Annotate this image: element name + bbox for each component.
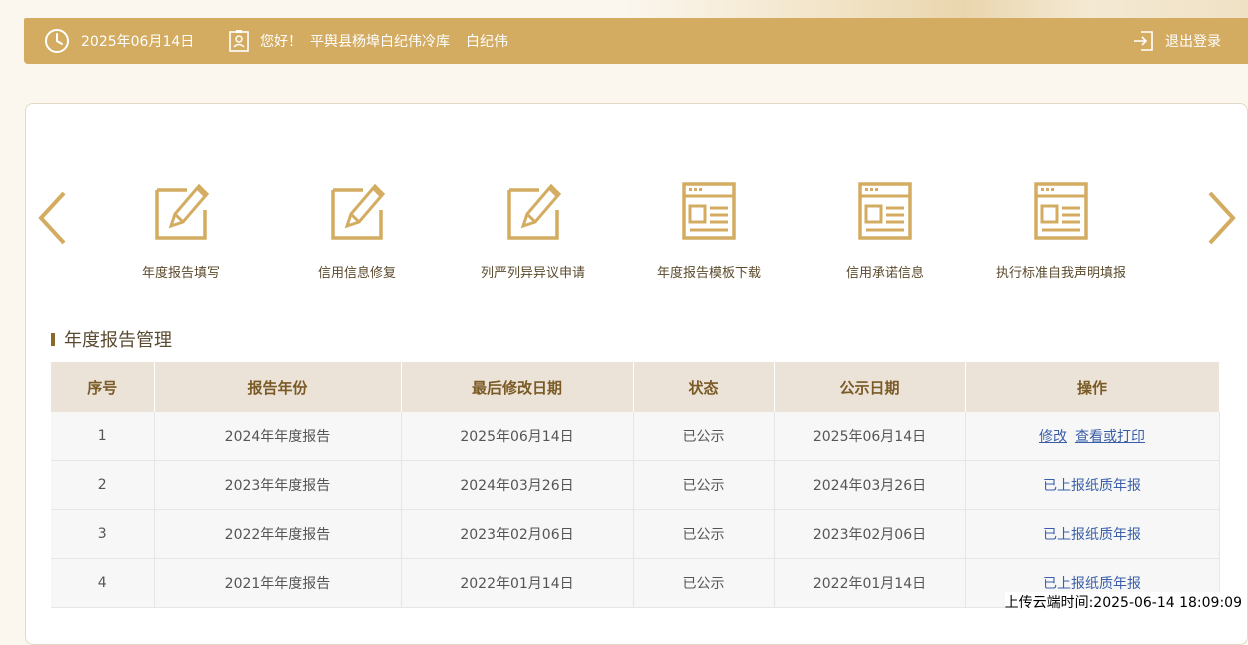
cell-modified: 2025年06月14日	[401, 412, 634, 461]
paper-report-link[interactable]: 已上报纸质年报	[1043, 576, 1141, 592]
company-name: 平舆县杨埠白纪伟冷库	[310, 34, 450, 50]
quick-link-label: 列严列异异议申请	[480, 266, 585, 281]
section-title-text: 年度报告管理	[64, 330, 172, 351]
header-actions: 操作	[965, 362, 1220, 412]
cell-status: 已公示	[633, 558, 775, 608]
cell-no: 2	[51, 460, 155, 510]
edit-link[interactable]: 修改	[1039, 429, 1067, 445]
table-row: 3 2022年年度报告 2023年02月06日 已公示 2023年02月06日 已上报纸质…	[51, 509, 1220, 559]
header-published: 公示日期	[774, 362, 966, 412]
header-status: 状态	[633, 362, 775, 412]
document-window-icon	[973, 180, 1149, 242]
upload-timestamp: 上传云端时间:2025-06-14 18:09:09	[1004, 592, 1242, 612]
quick-link-6[interactable]: 执行标准自我声明填报	[973, 180, 1149, 281]
cell-no: 3	[51, 509, 155, 559]
cell-year: 2024年年度报告	[154, 412, 402, 461]
quick-link-label: 年度报告填写	[141, 266, 220, 281]
table-header-row: 序号 报告年份 最后修改日期 状态 公示日期 操作	[51, 362, 1220, 412]
cell-actions: 已上报纸质年报	[965, 509, 1220, 559]
cell-published: 2023年02月06日	[774, 509, 966, 559]
cell-published: 2024年03月26日	[774, 460, 966, 510]
carousel-prev-arrow-icon[interactable]	[36, 190, 70, 246]
quick-link-2[interactable]: 信用信息修复	[269, 180, 445, 281]
cell-actions: 修改 查看或打印	[965, 412, 1220, 461]
greeting-line: 您好！ 平舆县杨埠白纪伟冷库 白纪伟	[260, 18, 508, 64]
cell-status: 已公示	[633, 509, 775, 559]
top-bar: 2025年06月14日 您好！ 平舆县杨埠白纪伟冷库 白纪伟 退出登录	[24, 18, 1248, 64]
user-badge-icon	[229, 30, 249, 52]
cell-year: 2021年年度报告	[154, 558, 402, 608]
section-title: 年度报告管理	[51, 326, 172, 352]
edit-icon	[93, 180, 269, 242]
cell-no: 1	[51, 412, 155, 461]
cell-modified: 2024年03月26日	[401, 460, 634, 510]
quick-link-1[interactable]: 年度报告填写	[93, 180, 269, 281]
quick-link-label: 信用信息修复	[317, 266, 396, 281]
document-window-icon	[621, 180, 797, 242]
section-marker	[51, 332, 55, 346]
cell-modified: 2023年02月06日	[401, 509, 634, 559]
cell-status: 已公示	[633, 460, 775, 510]
clock-icon	[45, 29, 69, 53]
paper-report-link[interactable]: 已上报纸质年报	[1043, 527, 1141, 543]
edit-icon	[269, 180, 445, 242]
quick-link-3[interactable]: 列严列异异议申请	[445, 180, 621, 281]
quick-link-label: 执行标准自我声明填报	[995, 266, 1126, 281]
header-no: 序号	[51, 362, 155, 412]
cell-modified: 2022年01月14日	[401, 558, 634, 608]
cell-actions: 已上报纸质年报	[965, 460, 1220, 510]
carousel-next-arrow-icon[interactable]	[1204, 190, 1238, 246]
paper-report-link[interactable]: 已上报纸质年报	[1043, 478, 1141, 494]
cell-year: 2023年年度报告	[154, 460, 402, 510]
greeting: 您好！	[260, 34, 302, 50]
view-print-link[interactable]: 查看或打印	[1075, 429, 1145, 445]
quick-link-5[interactable]: 信用承诺信息	[797, 180, 973, 281]
quick-link-label: 年度报告模板下载	[656, 266, 761, 281]
logout-icon[interactable]	[1132, 29, 1156, 53]
header-modified: 最后修改日期	[401, 362, 634, 412]
cell-no: 4	[51, 558, 155, 608]
current-date: 2025年06月14日	[81, 34, 195, 50]
logout-button[interactable]: 退出登录	[1165, 18, 1221, 64]
header-year: 报告年份	[154, 362, 402, 412]
table-row: 1 2024年年度报告 2025年06月14日 已公示 2025年06月14日 修改 查看或…	[51, 412, 1220, 461]
user-name: 白纪伟	[466, 34, 508, 50]
quick-link-label: 信用承诺信息	[845, 266, 924, 281]
cell-status: 已公示	[633, 412, 775, 461]
cell-published: 2022年01月14日	[774, 558, 966, 608]
background-ornament	[620, 0, 1248, 18]
quick-link-4[interactable]: 年度报告模板下载	[621, 180, 797, 281]
cell-published: 2025年06月14日	[774, 412, 966, 461]
document-window-icon	[797, 180, 973, 242]
cell-year: 2022年年度报告	[154, 509, 402, 559]
annual-report-table: 序号 报告年份 最后修改日期 状态 公示日期 操作 1 2024年年度报告 2025…	[51, 362, 1220, 608]
table-row: 2 2023年年度报告 2024年03月26日 已公示 2024年03月26日 已上报纸质…	[51, 460, 1220, 510]
edit-icon	[445, 180, 621, 242]
